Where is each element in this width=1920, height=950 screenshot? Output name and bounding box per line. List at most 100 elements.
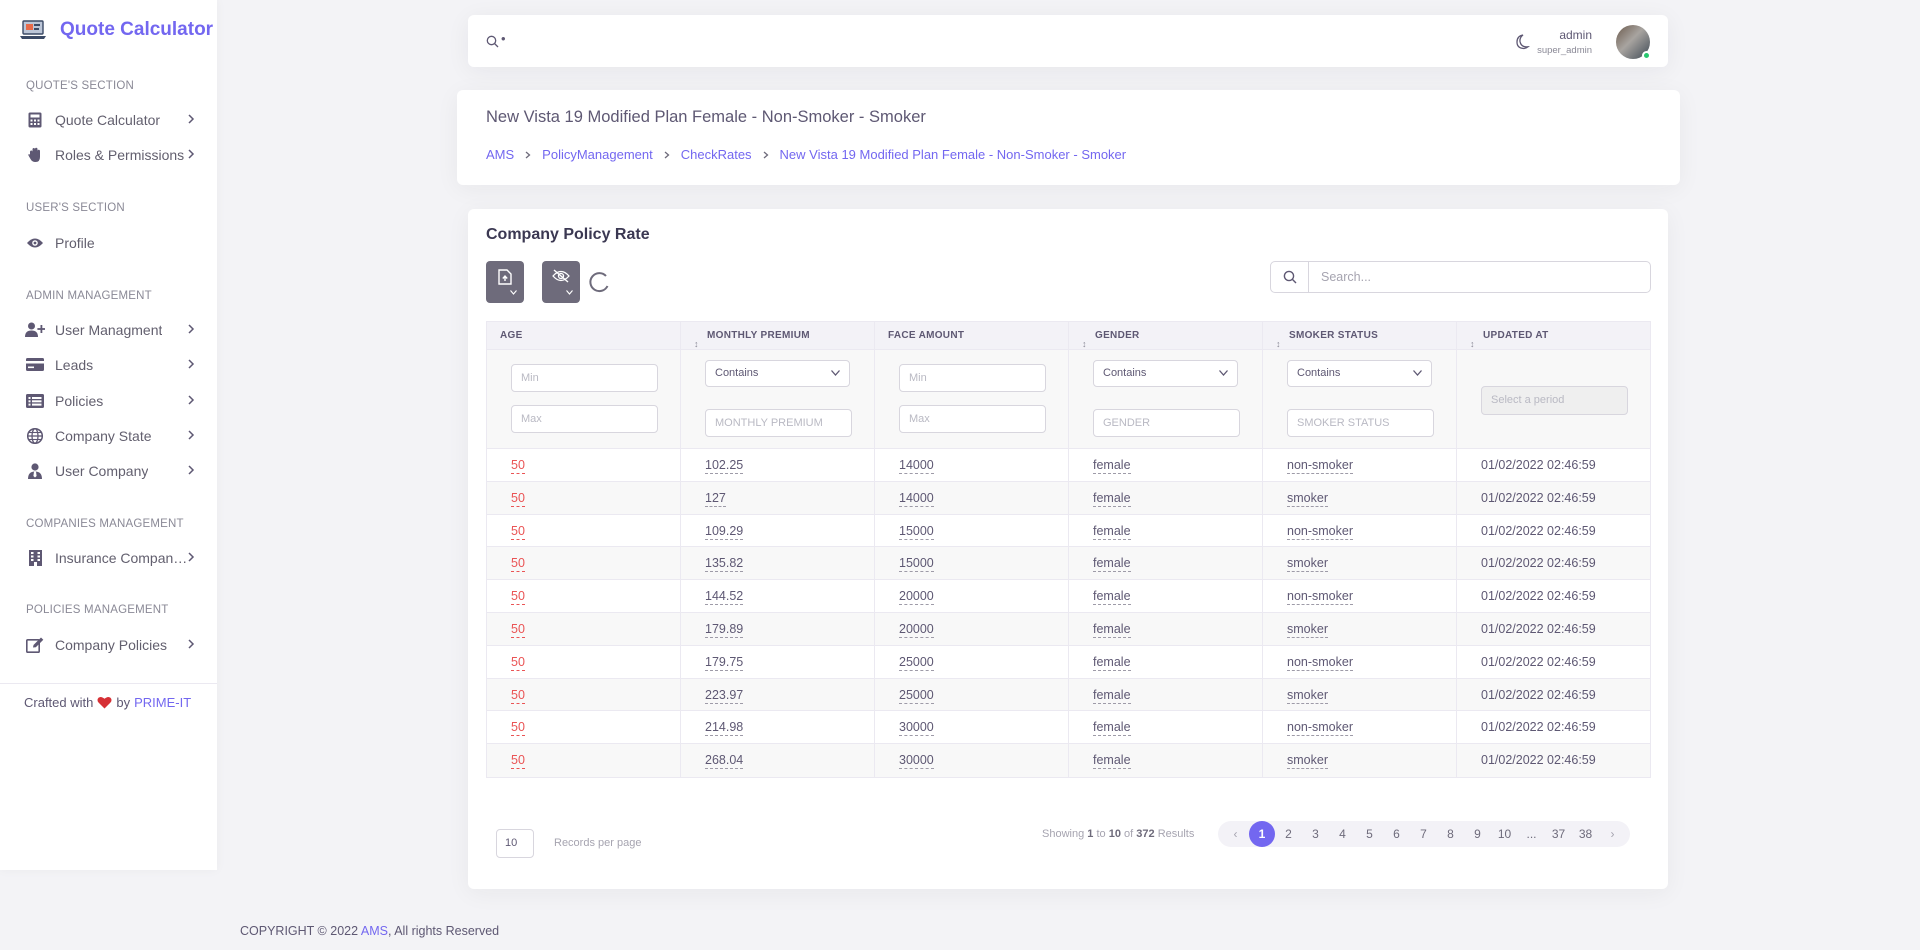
date-range-picker[interactable]: Select a period xyxy=(1481,386,1628,415)
breadcrumb-item[interactable]: PolicyManagement xyxy=(542,147,653,162)
cell-value-age[interactable]: 50 xyxy=(511,523,525,540)
cell-value-monthly-premium[interactable]: 109.29 xyxy=(705,523,744,540)
cell-value-face-amount[interactable]: 25000 xyxy=(899,654,934,671)
cell-value-gender[interactable]: female xyxy=(1093,589,1131,606)
column-header-face-amount[interactable]: FACE AMOUNT xyxy=(875,322,1069,349)
cell-value-smoker-status[interactable]: non-smoker xyxy=(1287,523,1353,540)
copyright-company-link[interactable]: AMS xyxy=(361,924,388,938)
age-min-input[interactable] xyxy=(511,364,658,392)
cell-value-smoker-status[interactable]: smoker xyxy=(1287,753,1328,770)
smoker-status-filter-input[interactable] xyxy=(1287,409,1434,437)
page-button[interactable]: 8 xyxy=(1437,821,1464,847)
gender-filter-input[interactable] xyxy=(1093,409,1240,437)
page-button[interactable]: 9 xyxy=(1464,821,1491,847)
cell-value-gender[interactable]: female xyxy=(1093,621,1131,638)
cell-value-age[interactable]: 50 xyxy=(511,589,525,606)
gender-operator-select[interactable]: Contains xyxy=(1093,360,1238,387)
cell-value-face-amount[interactable]: 14000 xyxy=(899,458,934,474)
sidebar-item-roles-permissions[interactable]: Roles & Permissions xyxy=(0,137,217,172)
cell-value-monthly-premium[interactable]: 268.04 xyxy=(705,753,744,770)
cell-value-age[interactable]: 50 xyxy=(511,458,525,474)
cell-value-face-amount[interactable]: 14000 xyxy=(899,490,934,507)
column-header-updated-at[interactable]: ↕ UPDATED AT xyxy=(1457,322,1650,349)
moon-icon[interactable] xyxy=(1512,33,1530,51)
sidebar-item-quote-calculator[interactable]: Quote Calculator xyxy=(0,102,217,137)
column-header-monthly-premium[interactable]: ↕ MONTHLY PREMIUM xyxy=(681,322,875,349)
cell-value-face-amount[interactable]: 20000 xyxy=(899,589,934,606)
cell-value-gender[interactable]: female xyxy=(1093,556,1131,573)
cell-value-monthly-premium[interactable]: 179.89 xyxy=(705,621,744,638)
cell-value-age[interactable]: 50 xyxy=(511,753,525,770)
brand[interactable]: Quote Calculator xyxy=(0,0,217,60)
cell-value-monthly-premium[interactable]: 102.25 xyxy=(705,458,744,474)
age-max-input[interactable] xyxy=(511,405,658,433)
cell-value-age[interactable]: 50 xyxy=(511,720,525,737)
prev-page-button[interactable]: ‹ xyxy=(1222,821,1249,847)
per-page-select[interactable]: 10 xyxy=(496,829,534,858)
cell-value-smoker-status[interactable]: non-smoker xyxy=(1287,589,1353,606)
cell-value-smoker-status[interactable]: non-smoker xyxy=(1287,654,1353,671)
cell-value-smoker-status[interactable]: smoker xyxy=(1287,556,1328,573)
face-amount-max-input[interactable] xyxy=(899,405,1046,433)
cell-value-face-amount[interactable]: 30000 xyxy=(899,753,934,770)
page-button[interactable]: 3 xyxy=(1302,821,1329,847)
search-icon[interactable] xyxy=(486,35,499,48)
cell-value-face-amount[interactable]: 30000 xyxy=(899,720,934,737)
breadcrumb-item[interactable]: CheckRates xyxy=(681,147,752,162)
page-button[interactable]: 6 xyxy=(1383,821,1410,847)
cell-value-monthly-premium[interactable]: 127 xyxy=(705,490,726,507)
cell-value-gender[interactable]: female xyxy=(1093,753,1131,770)
smoker-status-operator-select[interactable]: Contains xyxy=(1287,360,1432,387)
column-header-age[interactable]: AGE xyxy=(487,322,681,349)
cell-value-monthly-premium[interactable]: 135.82 xyxy=(705,556,744,573)
breadcrumb-item[interactable]: AMS xyxy=(486,147,514,162)
cell-value-age[interactable]: 50 xyxy=(511,621,525,638)
cell-value-gender[interactable]: female xyxy=(1093,523,1131,540)
cell-value-monthly-premium[interactable]: 223.97 xyxy=(705,687,744,704)
column-visibility-button[interactable] xyxy=(542,261,580,303)
cell-value-gender[interactable]: female xyxy=(1093,490,1131,507)
column-header-gender[interactable]: ↕ GENDER xyxy=(1069,322,1263,349)
sidebar-item-policies[interactable]: Policies xyxy=(0,383,217,418)
sidebar-item-leads[interactable]: Leads xyxy=(0,347,217,382)
sidebar-item-profile[interactable]: Profile xyxy=(0,225,217,260)
column-header-smoker-status[interactable]: ↕ SMOKER STATUS xyxy=(1263,322,1457,349)
cell-value-age[interactable]: 50 xyxy=(511,687,525,704)
cell-value-gender[interactable]: female xyxy=(1093,720,1131,737)
page-button[interactable]: 7 xyxy=(1410,821,1437,847)
export-button[interactable] xyxy=(486,261,524,303)
sidebar-item-user-company[interactable]: User Company xyxy=(0,453,217,488)
global-search-input[interactable]: • xyxy=(501,31,506,46)
next-page-button[interactable]: › xyxy=(1599,821,1626,847)
page-button[interactable]: 10 xyxy=(1491,821,1518,847)
face-amount-min-input[interactable] xyxy=(899,364,1046,392)
page-button[interactable]: 2 xyxy=(1275,821,1302,847)
table-search-input[interactable] xyxy=(1309,262,1650,292)
cell-value-face-amount[interactable]: 15000 xyxy=(899,523,934,540)
cell-value-smoker-status[interactable]: smoker xyxy=(1287,490,1328,507)
cell-value-monthly-premium[interactable]: 179.75 xyxy=(705,654,744,671)
monthly-premium-operator-select[interactable]: Contains xyxy=(705,360,850,387)
cell-value-face-amount[interactable]: 15000 xyxy=(899,556,934,573)
sidebar-item-user-managment[interactable]: User Managment xyxy=(0,312,217,347)
page-button[interactable]: 1 xyxy=(1249,821,1275,847)
cell-value-age[interactable]: 50 xyxy=(511,556,525,573)
page-button[interactable]: 5 xyxy=(1356,821,1383,847)
sidebar-item-insurance-companies[interactable]: Insurance Companies xyxy=(0,540,217,575)
cell-value-smoker-status[interactable]: non-smoker xyxy=(1287,720,1353,737)
page-button[interactable]: 37 xyxy=(1545,821,1572,847)
cell-value-smoker-status[interactable]: non-smoker xyxy=(1287,458,1353,474)
cell-value-age[interactable]: 50 xyxy=(511,654,525,671)
crafted-company-link[interactable]: PRIME-IT xyxy=(134,695,191,710)
cell-value-monthly-premium[interactable]: 144.52 xyxy=(705,589,744,606)
cell-value-smoker-status[interactable]: smoker xyxy=(1287,687,1328,704)
cell-value-smoker-status[interactable]: smoker xyxy=(1287,621,1328,638)
cell-value-monthly-premium[interactable]: 214.98 xyxy=(705,720,744,737)
page-button[interactable]: 4 xyxy=(1329,821,1356,847)
sidebar-item-company-policies[interactable]: Company Policies xyxy=(0,627,217,662)
cell-value-age[interactable]: 50 xyxy=(511,490,525,507)
user-name[interactable]: admin xyxy=(1559,28,1592,42)
cell-value-face-amount[interactable]: 25000 xyxy=(899,687,934,704)
cell-value-gender[interactable]: female xyxy=(1093,458,1131,474)
cell-value-gender[interactable]: female xyxy=(1093,687,1131,704)
